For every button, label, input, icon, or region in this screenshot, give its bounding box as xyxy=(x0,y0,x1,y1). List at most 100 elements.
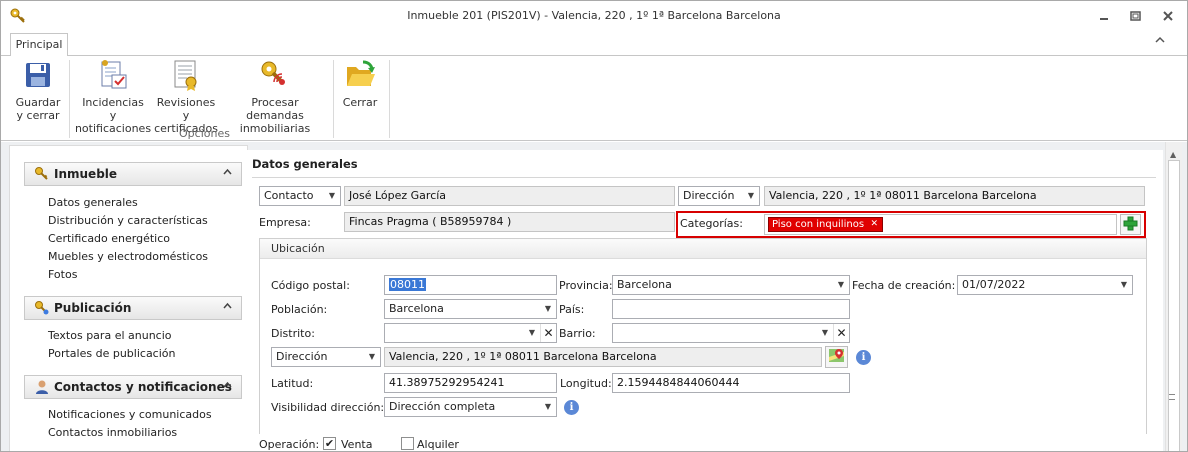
nav-item-certificado[interactable]: Certificado energético xyxy=(48,232,170,245)
visibilidad-select[interactable]: Dirección completa ▼ xyxy=(384,397,557,417)
alquiler-label: Alquiler xyxy=(417,438,459,451)
nav-item-textos[interactable]: Textos para el anuncio xyxy=(48,329,172,342)
checklist-icon xyxy=(96,58,130,92)
provincia-select[interactable]: Barcelona ▼ xyxy=(612,275,850,295)
chevron-down-icon[interactable]: ▼ xyxy=(364,348,380,366)
pais-input[interactable] xyxy=(612,299,850,319)
chevron-down-icon[interactable]: ▼ xyxy=(833,276,849,294)
scroll-grip-icon xyxy=(1169,394,1175,400)
scroll-up-icon[interactable]: ▲ xyxy=(1170,150,1176,159)
categoria-tag[interactable]: Piso con inquilinos ✕ xyxy=(768,217,884,232)
nav-item-distribucion[interactable]: Distribución y características xyxy=(48,214,208,227)
direccion-type-value: Dirección xyxy=(683,189,735,202)
scroll-thumb[interactable] xyxy=(1168,160,1180,451)
chevron-up-icon xyxy=(223,168,232,178)
minimize-button[interactable] xyxy=(1093,6,1115,26)
cerrar-label: Cerrar xyxy=(342,96,378,109)
close-window-button[interactable] xyxy=(1157,6,1179,26)
nav-item-muebles[interactable]: Muebles y electrodomésticos xyxy=(48,250,208,263)
guardar-y-cerrar-button[interactable]: Guardar y cerrar xyxy=(15,58,61,122)
procesar-demandas-button[interactable]: Procesar demandas inmobiliarias xyxy=(225,58,325,135)
incidencias-line1: Incidencias y xyxy=(82,96,144,122)
nav-header-inmueble[interactable]: Inmueble xyxy=(24,162,242,186)
nav-item-contactos-inmobiliarios[interactable]: Contactos inmobiliarios xyxy=(48,426,177,439)
nav-item-notificaciones[interactable]: Notificaciones y comunicados xyxy=(48,408,212,421)
venta-checkbox[interactable]: ✔ xyxy=(323,437,336,450)
direccion-type-select[interactable]: Dirección ▼ xyxy=(678,186,760,206)
ubicacion-group: Ubicación Código postal: 08011 Provincia… xyxy=(259,238,1147,451)
section-title: Datos generales xyxy=(252,157,358,171)
latitud-input[interactable]: 41.38975292954241 xyxy=(384,373,557,393)
direccion-field[interactable]: Valencia, 220 , 1º 1ª 08011 Barcelona Ba… xyxy=(764,186,1145,206)
chevron-up-icon[interactable] xyxy=(1155,36,1165,47)
info-icon[interactable]: i xyxy=(856,350,871,365)
info-icon[interactable]: i xyxy=(564,400,579,415)
title-bar: Inmueble 201 (PIS201V) - Valencia, 220 ,… xyxy=(1,1,1187,31)
nav-item-portales[interactable]: Portales de publicación xyxy=(48,347,176,360)
operacion-label: Operación: xyxy=(259,438,320,451)
plus-icon xyxy=(1123,216,1138,234)
content-area: Inmueble Datos generales Distribución y … xyxy=(1,142,1187,451)
alquiler-checkbox[interactable] xyxy=(401,437,414,450)
venta-label: Venta xyxy=(341,438,373,451)
clear-icon[interactable]: ✕ xyxy=(540,324,556,342)
longitud-label: Longitud: xyxy=(560,377,612,390)
chevron-down-icon[interactable]: ▼ xyxy=(540,300,556,318)
chevron-down-icon[interactable]: ▼ xyxy=(324,187,340,205)
remove-tag-icon[interactable]: ✕ xyxy=(870,218,878,231)
person-icon xyxy=(34,379,50,395)
distrito-select[interactable]: ▼ ✕ xyxy=(384,323,557,343)
nav-item-fotos[interactable]: Fotos xyxy=(48,268,77,281)
map-button[interactable] xyxy=(825,346,848,368)
chevron-down-icon[interactable]: ▼ xyxy=(540,398,556,416)
guardar-line2: y cerrar xyxy=(16,109,60,122)
cerrar-button[interactable]: Cerrar xyxy=(339,58,381,109)
nav-header-label: Publicación xyxy=(54,301,132,315)
folder-open-icon xyxy=(343,58,377,92)
ubicacion-direccion-field[interactable]: Valencia, 220 , 1º 1ª 08011 Barcelona Ba… xyxy=(384,347,822,367)
contacto-type-select[interactable]: Contacto ▼ xyxy=(259,186,341,206)
ubicacion-direccion-type-value: Dirección xyxy=(276,350,328,363)
add-categoria-button[interactable] xyxy=(1120,214,1141,235)
incidencias-button[interactable]: Incidencias y notificaciones xyxy=(75,58,151,135)
fecha-creacion-value: 01/07/2022 xyxy=(962,278,1026,291)
key-icon xyxy=(34,166,50,182)
empresa-field[interactable]: Fincas Pragma ( B58959784 ) xyxy=(344,212,675,232)
poblacion-label: Población: xyxy=(271,303,328,316)
nav-header-publicacion[interactable]: Publicación xyxy=(24,296,242,320)
codigo-postal-input[interactable]: 08011 xyxy=(384,275,557,295)
poblacion-value: Barcelona xyxy=(389,302,444,315)
revisiones-button[interactable]: Revisiones y certificados xyxy=(153,58,219,135)
chevron-down-icon[interactable]: ▼ xyxy=(524,324,540,342)
nav-header-label: Contactos y notificaciones xyxy=(54,380,232,394)
clear-icon[interactable]: ✕ xyxy=(833,324,849,342)
chevron-up-icon xyxy=(223,302,232,312)
chevron-down-icon[interactable]: ▼ xyxy=(817,324,833,342)
form-panel: Datos generales Contacto ▼ José López Ga… xyxy=(245,150,1163,451)
longitud-input[interactable]: 2.1594484844060444 xyxy=(612,373,850,393)
chevron-down-icon[interactable]: ▼ xyxy=(743,187,759,205)
ribbon: Guardar y cerrar Incidencias y notificac… xyxy=(1,55,1187,141)
guardar-line1: Guardar xyxy=(15,96,61,109)
empresa-label: Empresa: xyxy=(259,216,311,229)
barrio-select[interactable]: ▼ ✕ xyxy=(612,323,850,343)
nav-item-datos-generales[interactable]: Datos generales xyxy=(48,196,138,209)
ubicacion-direccion-type-select[interactable]: Dirección ▼ xyxy=(271,347,381,367)
navigation-panel: Inmueble Datos generales Distribución y … xyxy=(9,145,248,451)
nav-header-contactos[interactable]: Contactos y notificaciones xyxy=(24,375,242,399)
categorias-field[interactable]: Piso con inquilinos ✕ xyxy=(764,214,1117,235)
key-signal-icon xyxy=(258,58,292,92)
poblacion-select[interactable]: Barcelona ▼ xyxy=(384,299,557,319)
fecha-creacion-select[interactable]: 01/07/2022 ▼ xyxy=(957,275,1133,295)
provincia-value: Barcelona xyxy=(617,278,672,291)
contacto-type-value: Contacto xyxy=(264,189,314,202)
key-icon xyxy=(34,300,50,316)
nav-header-label: Inmueble xyxy=(54,167,118,181)
visibilidad-value: Dirección completa xyxy=(389,400,496,413)
categoria-tag-label: Piso con inquilinos xyxy=(772,219,865,230)
tab-principal[interactable]: Principal xyxy=(10,33,68,56)
maximize-button[interactable] xyxy=(1124,6,1146,26)
contacto-name-field[interactable]: José López García xyxy=(344,186,675,206)
vertical-scrollbar[interactable]: ▲ xyxy=(1165,142,1182,451)
chevron-down-icon[interactable]: ▼ xyxy=(1116,276,1132,294)
